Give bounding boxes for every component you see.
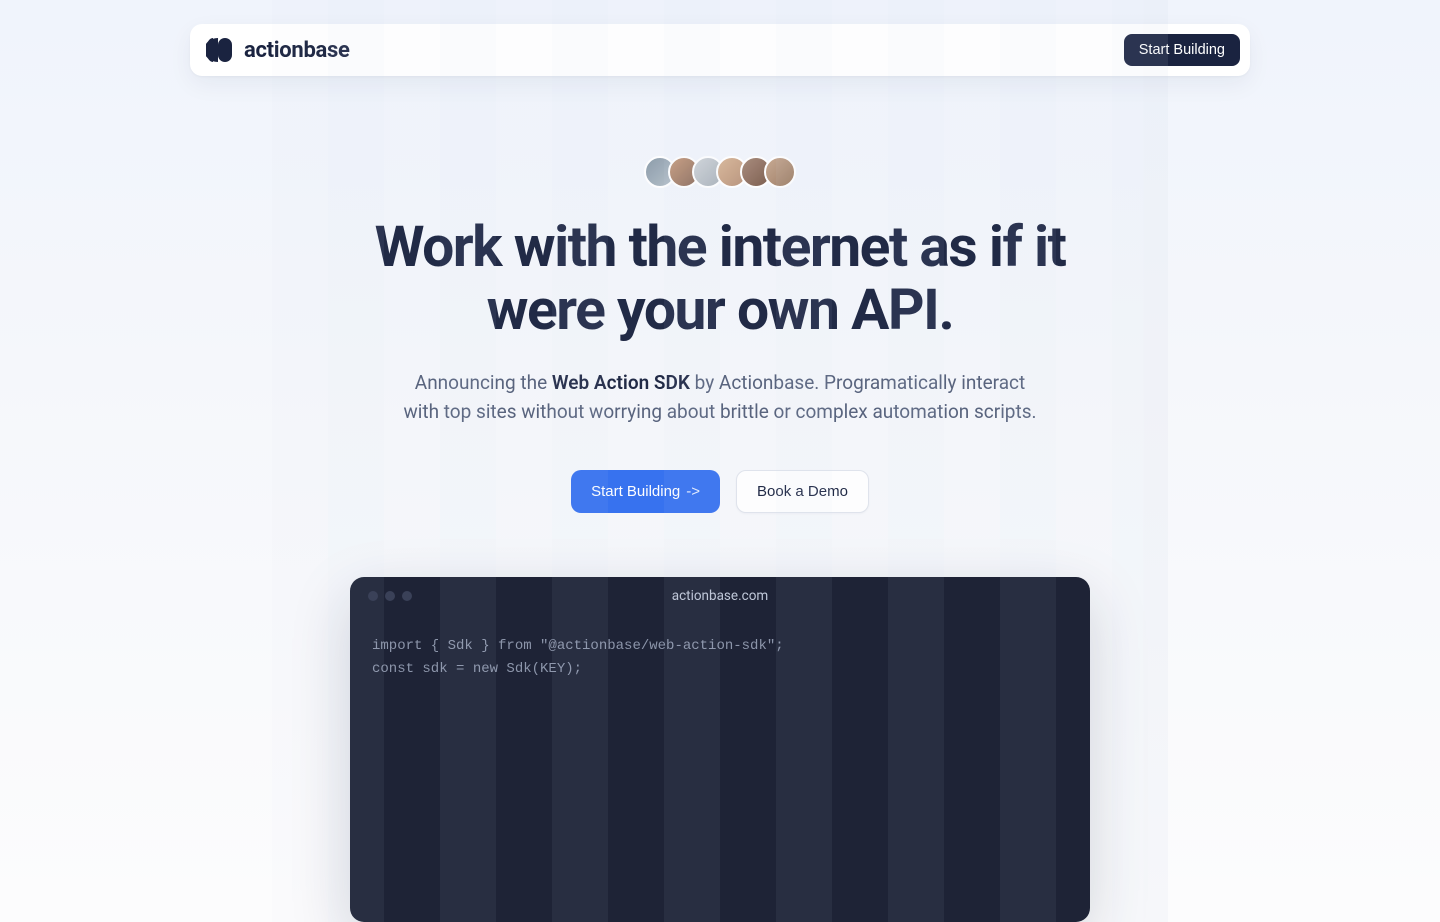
brand-logo[interactable]: actionbase (206, 38, 350, 63)
brand-mark-icon (206, 38, 232, 62)
nav-start-building-button[interactable]: Start Building (1124, 34, 1240, 66)
cta-row: Start Building -> Book a Demo (310, 470, 1130, 513)
hero-headline: Work with the internet as if it were you… (310, 216, 1130, 341)
arrow-right-icon: -> (686, 483, 700, 500)
avatar (764, 156, 796, 188)
terminal-header: actionbase.com (350, 577, 1090, 615)
brand-name: actionbase (244, 38, 350, 63)
book-demo-button[interactable]: Book a Demo (736, 470, 869, 513)
terminal-title: actionbase.com (350, 588, 1090, 604)
terminal-code: import { Sdk } from "@actionbase/web-act… (350, 615, 1090, 921)
start-building-button[interactable]: Start Building -> (571, 470, 720, 513)
subhead-bold: Web Action SDK (552, 371, 690, 394)
primary-cta-label: Start Building (591, 483, 680, 500)
subhead-prefix: Announcing the (415, 371, 552, 394)
code-terminal: actionbase.com import { Sdk } from "@act… (350, 577, 1090, 921)
hero-section: Work with the internet as if it were you… (290, 156, 1150, 922)
window-controls-icon (368, 591, 412, 601)
top-nav: actionbase Start Building (190, 24, 1250, 76)
hero-subhead: Announcing the Web Action SDK by Actionb… (400, 369, 1040, 426)
avatar-stack (310, 156, 1130, 188)
